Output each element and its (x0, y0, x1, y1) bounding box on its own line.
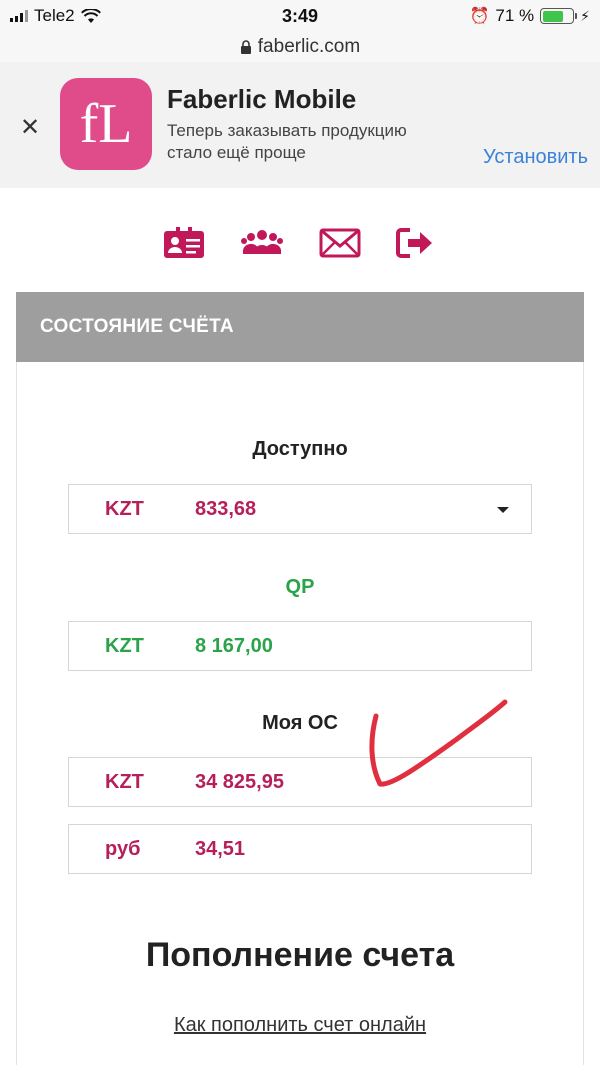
alarm-icon: ⏰ (469, 8, 490, 25)
refill-title: Пополнение счета (145, 936, 455, 974)
mail-icon[interactable] (318, 226, 362, 262)
qp-value: 8 167,00 (195, 634, 273, 657)
users-group-icon[interactable] (240, 226, 284, 262)
app-description-line2: стало ещё проще (167, 143, 306, 162)
account-status-header: СОСТОЯНИЕ СЧЁТА (16, 292, 584, 362)
logout-icon[interactable] (394, 226, 438, 262)
nav-icons (0, 226, 600, 266)
wifi-icon (80, 8, 101, 24)
my-os-rub-value: 34,51 (195, 837, 246, 860)
app-icon-logo: fL (79, 93, 133, 155)
id-card-icon[interactable] (162, 226, 206, 262)
my-os-rub-field: руб 34,51 (68, 824, 532, 874)
lock-icon (240, 39, 251, 54)
battery-percent: 71 % (495, 6, 535, 25)
app-name: Faberlic Mobile (167, 84, 357, 114)
close-icon[interactable]: ✕ (20, 116, 40, 140)
available-select[interactable]: KZT 833,68 (68, 484, 532, 534)
charging-icon: ⚡ (580, 7, 590, 24)
my-os-kzt-currency: KZT (105, 770, 144, 793)
carrier-name: Tele2 (34, 6, 75, 25)
available-title: Доступно (252, 438, 348, 460)
status-bar: Tele2 3:49 ⏰ 71 % ⚡ (0, 0, 600, 32)
battery-fill (542, 10, 564, 22)
app-description-line1: Теперь заказывать продукцию (167, 121, 407, 140)
my-os-kzt-value: 34 825,95 (195, 770, 284, 793)
refill-howto-link[interactable]: Как пополнить счет онлайн (0, 1014, 600, 1037)
carrier-group: Tele2 (10, 6, 101, 26)
chevron-down-icon (497, 507, 509, 513)
qp-title: QP (285, 576, 315, 598)
app-description: Теперь заказывать продукцию стало ещё пр… (167, 120, 467, 164)
available-value: 833,68 (195, 497, 257, 520)
checkmark-annotation-icon (369, 699, 508, 787)
my-os-rub-currency: руб (105, 837, 141, 860)
battery-icon (540, 8, 578, 24)
battery-group: ⏰ 71 % ⚡ (469, 6, 590, 26)
url-text: faberlic.com (257, 36, 361, 57)
qp-field: KZT 8 167,00 (68, 621, 532, 671)
available-currency: KZT (105, 497, 144, 520)
signal-icon (10, 10, 28, 22)
qp-currency: KZT (105, 634, 144, 657)
url-bar[interactable]: faberlic.com (0, 32, 600, 62)
install-button[interactable]: Установить (483, 146, 588, 169)
app-icon: fL (60, 78, 152, 170)
